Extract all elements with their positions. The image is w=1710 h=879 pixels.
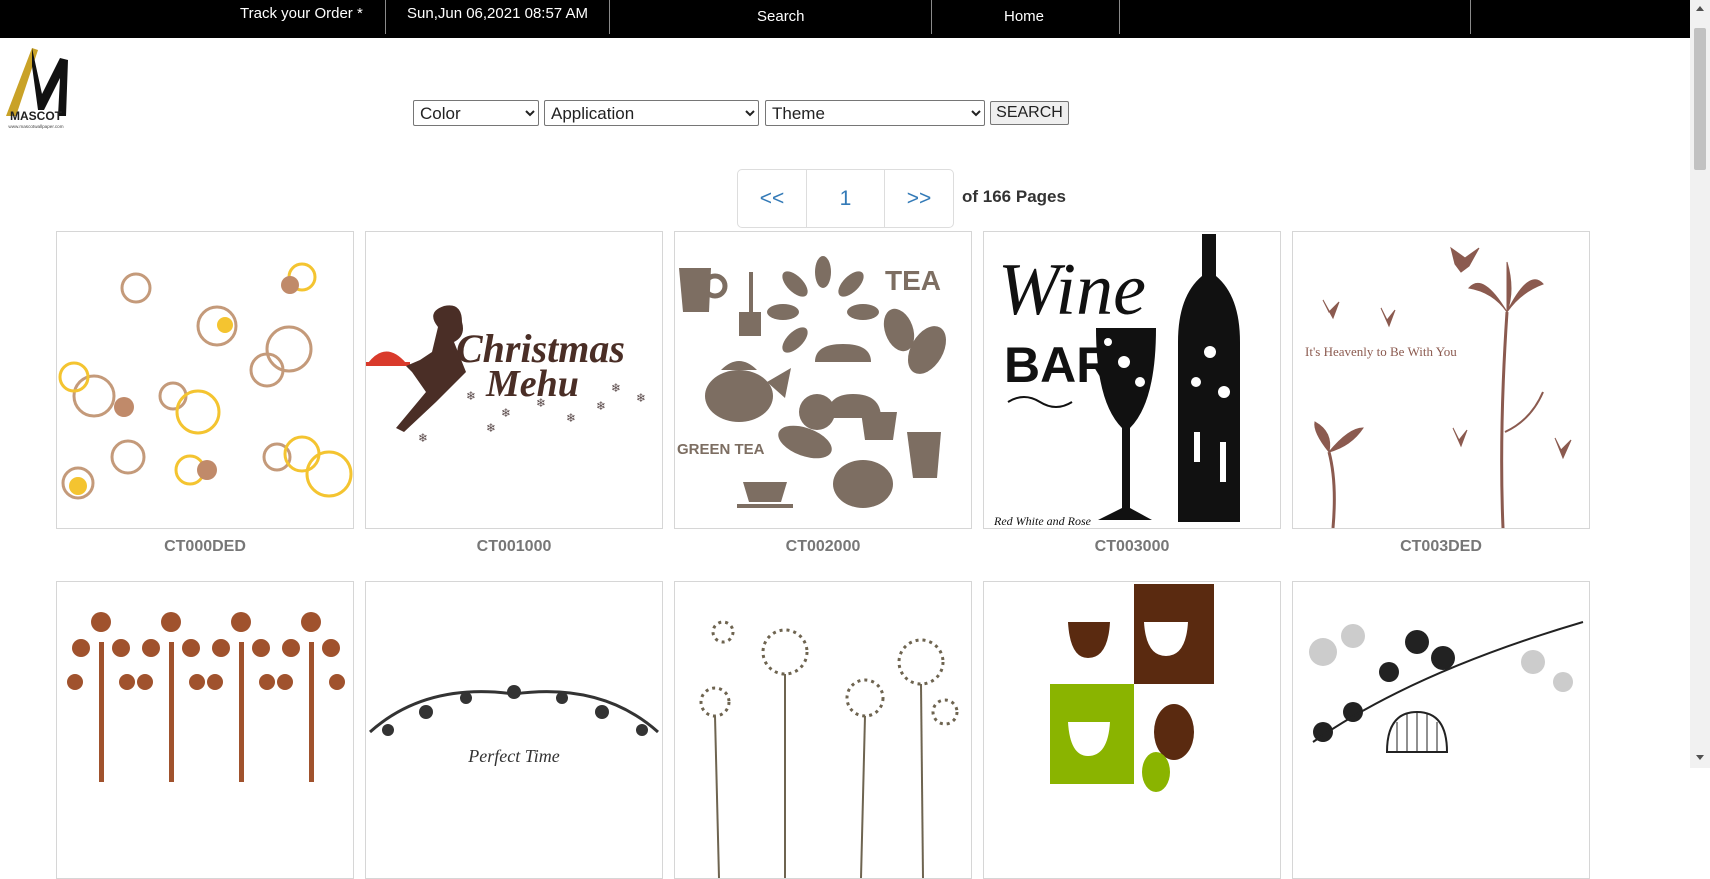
product-card[interactable] <box>1292 581 1590 879</box>
svg-text:❄: ❄ <box>466 389 476 403</box>
product-card[interactable] <box>983 581 1281 879</box>
dotted-flowers-image <box>699 620 959 878</box>
prev-page-button[interactable]: << <box>738 170 806 227</box>
product-card[interactable]: TEA GREEN TEA <box>674 231 972 529</box>
christmas-menu-image: Christmas Mehu ❄❄❄ ❄❄❄ ❄❄❄ <box>366 305 646 445</box>
image-text: Mehu <box>485 363 579 405</box>
next-page-button[interactable]: >> <box>885 170 953 227</box>
mascot-logo[interactable]: MASCOT www.mascotwallpaper.com <box>2 44 70 130</box>
logo-text: MASCOT <box>10 109 63 123</box>
product-card[interactable] <box>56 231 354 529</box>
product-code[interactable]: CT000DED <box>56 538 354 556</box>
search-nav-link[interactable]: Search <box>757 2 805 40</box>
current-page[interactable]: 1 <box>807 170 884 227</box>
svg-text:❄: ❄ <box>418 431 428 445</box>
svg-text:❄: ❄ <box>636 391 646 405</box>
image-text: Wine <box>998 249 1146 331</box>
image-text: Perfect Time <box>467 746 559 766</box>
logo-subtext: www.mascotwallpaper.com <box>8 124 63 129</box>
image-text: GREEN TEA <box>677 441 765 458</box>
application-select[interactable]: Application <box>544 100 759 126</box>
image-text: TEA <box>885 265 941 296</box>
image-text: It's Heavenly to Be With You <box>1305 344 1457 359</box>
svg-text:❄: ❄ <box>501 406 511 420</box>
product-card[interactable]: Christmas Mehu ❄ ❄ ❄ ❄ ❄ ❄ ❄ ❄ ❄ <box>365 231 663 529</box>
image-text: BAR <box>1004 337 1112 393</box>
scrollbar-thumb[interactable] <box>1694 28 1706 170</box>
nav-divider <box>931 0 932 34</box>
scroll-up-icon[interactable] <box>1696 6 1704 11</box>
svg-text:❄: ❄ <box>566 411 576 425</box>
svg-text:❄: ❄ <box>536 396 546 410</box>
track-order-link[interactable]: Track your Order * <box>240 0 363 38</box>
product-card[interactable]: Wine BAR Red White and Rose <box>983 231 1281 529</box>
product-code[interactable]: CT001000 <box>365 538 663 556</box>
wine-bar-image: Wine BAR Red White and Rose <box>993 234 1240 528</box>
svg-text:❄: ❄ <box>486 421 496 435</box>
product-card[interactable]: It's Heavenly to Be With You <box>1292 231 1590 529</box>
product-card[interactable] <box>674 581 972 879</box>
svg-text:❄: ❄ <box>596 399 606 413</box>
tea-icons-image: TEA GREEN TEA <box>677 256 946 508</box>
product-code[interactable]: CT002000 <box>674 538 972 556</box>
pagination: << 1 >> <box>737 169 954 228</box>
product-card[interactable]: Perfect Time <box>365 581 663 879</box>
color-select[interactable]: Color <box>413 100 539 126</box>
product-code[interactable]: CT003000 <box>983 538 1281 556</box>
svg-text:❄: ❄ <box>611 381 621 395</box>
roses-birdcage-image <box>1309 621 1584 753</box>
perfect-time-image: Perfect Time <box>369 685 659 766</box>
search-button[interactable]: SEARCH <box>990 101 1069 125</box>
bubbles-pattern-image <box>58 262 353 500</box>
nav-divider <box>385 0 386 34</box>
scroll-down-icon[interactable] <box>1696 755 1704 760</box>
theme-select[interactable]: Theme <box>765 100 985 126</box>
page-scrollbar[interactable] <box>1690 0 1710 768</box>
top-nav-bar: Track your Order * Sun,Jun 06,2021 08:57… <box>0 0 1710 38</box>
product-code[interactable]: CT003DED <box>1292 538 1590 556</box>
rust-trees-image <box>67 612 345 782</box>
coffee-tiles-image <box>1050 584 1214 792</box>
logo-mark-icon: MASCOT www.mascotwallpaper.com <box>6 48 68 129</box>
total-pages-text: of 166 Pages <box>962 187 1066 206</box>
nav-divider <box>1119 0 1120 34</box>
product-card[interactable] <box>56 581 354 879</box>
current-datetime: Sun,Jun 06,2021 08:57 AM <box>407 5 588 22</box>
nav-divider <box>1470 0 1471 34</box>
home-nav-link[interactable]: Home <box>1004 2 1044 40</box>
lily-birds-image: It's Heavenly to Be With You <box>1305 246 1572 528</box>
image-text: Red White and Rose <box>993 514 1092 528</box>
nav-divider <box>609 0 610 34</box>
